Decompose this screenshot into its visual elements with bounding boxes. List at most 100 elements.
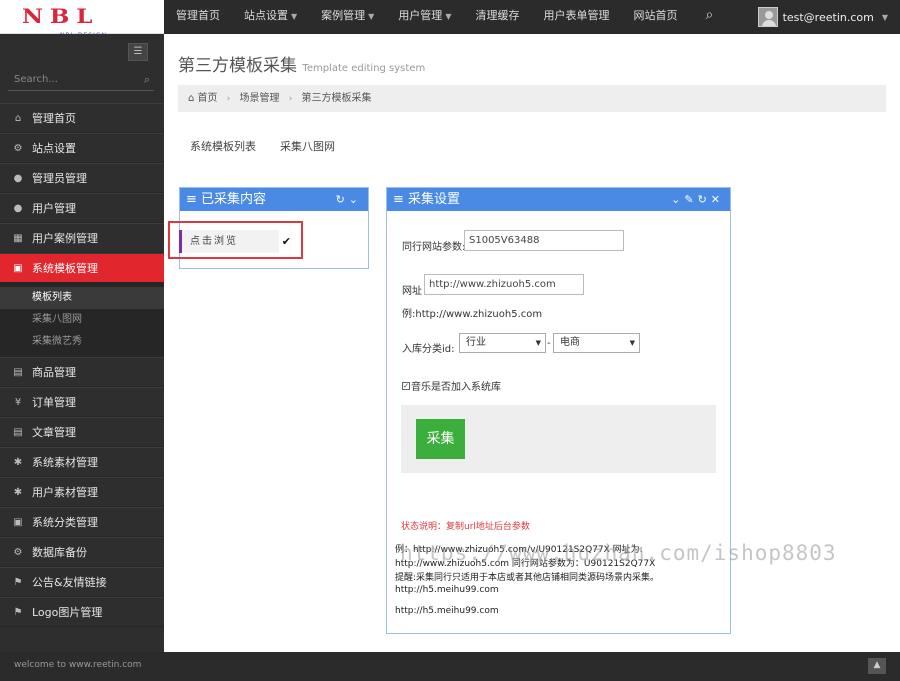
music-checkbox-row[interactable]: ✓ 音乐是否加入系统库 [402,378,501,393]
dropdown-arrow-icon: ▼ [535,339,541,347]
sidebar-item-articles[interactable]: ▤ 文章管理 [0,417,164,447]
status-note: 状态说明：复制url地址后台参数 [401,522,530,532]
settings-panel-header: ≡ 采集设置 ⌄✎↻✕ [387,188,730,211]
page-subtitle: Template editing system [302,63,426,74]
logo-text: NBL [22,4,100,28]
home-icon: ⌂ [188,93,195,104]
settings-panel: ≡ 采集设置 ⌄✎↻✕ 同行网站参数: S1005V63488 网址 http:… [386,187,731,634]
category-separator: - [547,338,551,349]
page-title: 第三方模板采集 Template editing system [178,56,426,76]
category-label: 入库分类id: [402,344,455,355]
wrench-icon[interactable]: ✎ [684,193,697,206]
sidebar-search-input[interactable]: Search... ⌕ [8,71,154,91]
nav-user-management[interactable]: 用户管理 ▼ [386,0,463,34]
briefcase-icon: ▣ [13,262,23,274]
sidebar-item-user-assets[interactable]: ✱ 用户素材管理 [0,477,164,507]
sidebar-subitem-collect-8tu[interactable]: 采集八图网 [0,309,164,331]
chevron-down-icon: ▼ [368,12,375,21]
sidebar-item-user-cases[interactable]: ▦ 用户案例管理 [0,223,164,253]
user-email: test@reetin.com [782,10,874,24]
gift-icon: ✱ [13,456,23,468]
close-icon[interactable]: ✕ [711,193,724,206]
chevron-down-icon[interactable]: ⌄ [671,193,684,206]
breadcrumb-home[interactable]: 首页 [198,93,218,104]
yen-icon: ¥ [14,396,22,408]
chevron-down-icon: ▼ [445,12,452,21]
sidebar-item-products[interactable]: ▤ 商品管理 [0,357,164,387]
collect-button[interactable]: 采集 [416,419,465,459]
nav-user-forms[interactable]: 用户表单管理 [531,0,621,34]
sidebar-submenu: 模板列表 采集八图网 采集微艺秀 [0,283,164,357]
bookmark-icon: ⚑ [13,606,23,618]
box-icon: ▤ [13,366,23,378]
footer: welcome to www.reetin.com ▲ [0,652,900,681]
home-icon: ⌂ [14,112,22,124]
param-input[interactable]: S1005V63488 [464,230,624,251]
sidebar-item-logo-images[interactable]: ⚑ Logo图片管理 [0,597,164,627]
sidebar-item-users[interactable]: ● 用户管理 [0,193,164,223]
cogs-icon: ⚙ [13,546,23,558]
sidebar-item-system-categories[interactable]: ▣ 系统分类管理 [0,507,164,537]
tab-system-templates[interactable]: 系统模板列表 [178,136,268,160]
cogs-icon: ⚙ [13,142,23,154]
url-label: 网址 [402,286,422,297]
breadcrumb-scenes[interactable]: 场景管理 [240,93,280,104]
category-select-2[interactable]: 电商 ▼ [553,333,640,353]
sidebar: ☰ Search... ⌕ ⌂ 管理首页 ⚙ 站点设置 ● 管理员管理 ● 用户管理 ▦… [0,34,172,652]
user-icon: ● [13,172,23,184]
note-line: http://h5.meihu99.com [395,606,499,616]
chevron-right-icon: › [288,94,293,104]
search-icon: ⌕ [143,73,150,86]
sidebar-item-admins[interactable]: ● 管理员管理 [0,163,164,193]
menu-icon: ≡ [393,192,404,207]
search-icon[interactable]: ⌕ [689,0,729,34]
nav-website-home[interactable]: 网站首页 [621,0,689,34]
category-select-1[interactable]: 行业 ▼ [459,333,546,353]
url-input[interactable]: http://www.zhizuoh5.com [424,274,584,295]
tab-collect-8tu[interactable]: 采集八图网 [268,136,347,160]
watermark: https://www.huzhan.com/ishop8803 [400,541,837,565]
gift-icon: ✱ [13,486,23,498]
footer-text: welcome to www.reetin.com [14,660,142,670]
sidebar-item-db-backup[interactable]: ⚙ 数据库备份 [0,537,164,567]
param-label: 同行网站参数: [402,242,466,253]
sidebar-item-notices-links[interactable]: ⚑ 公告&友情链接 [0,567,164,597]
sidebar-subitem-template-list[interactable]: 模板列表 [0,287,164,309]
refresh-icon[interactable]: ↻ [336,193,349,206]
chevron-right-icon: › [226,94,231,104]
bookmark-icon: ⚑ [13,576,23,588]
sidebar-toggle-icon[interactable]: ☰ [128,43,148,61]
top-navbar: NBL NBL DESIGN 管理首页 站点设置▼ 案例管理▼ 用户管理▼ 清理… [0,0,900,39]
note-line: http://h5.meihu99.com [395,585,499,595]
sidebar-subitem-collect-weiyixiu[interactable]: 采集微艺秀 [0,331,164,353]
chevron-up-icon[interactable]: ▲ [868,658,886,674]
submit-area: 采集 [401,405,716,473]
chevron-down-icon[interactable]: ⌄ [349,193,362,206]
sidebar-item-home[interactable]: ⌂ 管理首页 [0,103,164,133]
breadcrumb-current: 第三方模板采集 [301,93,372,104]
nav-clear-cache[interactable]: 清理缓存 [463,0,531,34]
collected-panel-header: ≡ 已采集内容 ↻⌄ [180,188,368,211]
check-icon: ✔ [281,235,291,248]
nav-case-management[interactable]: 案例管理 ▼ [309,0,386,34]
avatar [757,7,778,27]
user-menu[interactable]: test@reetin.com ▼ [757,0,888,34]
top-nav: 管理首页 站点设置 ▼ 案例管理 ▼ 用户管理 ▼ 清理缓存 用户表单管理 网站首页 … [164,0,729,34]
sidebar-menu: ⌂ 管理首页 ⚙ 站点设置 ● 管理员管理 ● 用户管理 ▦ 用户案例管理 ▣ 系统模板管理… [0,103,172,627]
browse-button[interactable]: 点击浏览 ✔ [179,230,291,253]
briefcase-icon: ▣ [13,516,23,528]
menu-icon: ≡ [186,192,197,207]
user-icon: ● [13,202,23,214]
sidebar-item-system-assets[interactable]: ✱ 系统素材管理 [0,447,164,477]
sidebar-item-system-templates[interactable]: ▣ 系统模板管理 [0,253,172,283]
table-icon: ▦ [13,232,23,244]
box-icon: ▤ [13,426,23,438]
nav-home[interactable]: 管理首页 [164,0,232,34]
music-checkbox[interactable]: ✓ [402,381,410,390]
sidebar-item-site-settings[interactable]: ⚙ 站点设置 [0,133,164,163]
logo[interactable]: NBL NBL DESIGN [0,0,164,39]
refresh-icon[interactable]: ↻ [698,193,711,206]
nav-site-settings[interactable]: 站点设置 ▼ [232,0,309,34]
tabs: 系统模板列表 采集八图网 [178,136,347,160]
sidebar-item-orders[interactable]: ¥ 订单管理 [0,387,164,417]
